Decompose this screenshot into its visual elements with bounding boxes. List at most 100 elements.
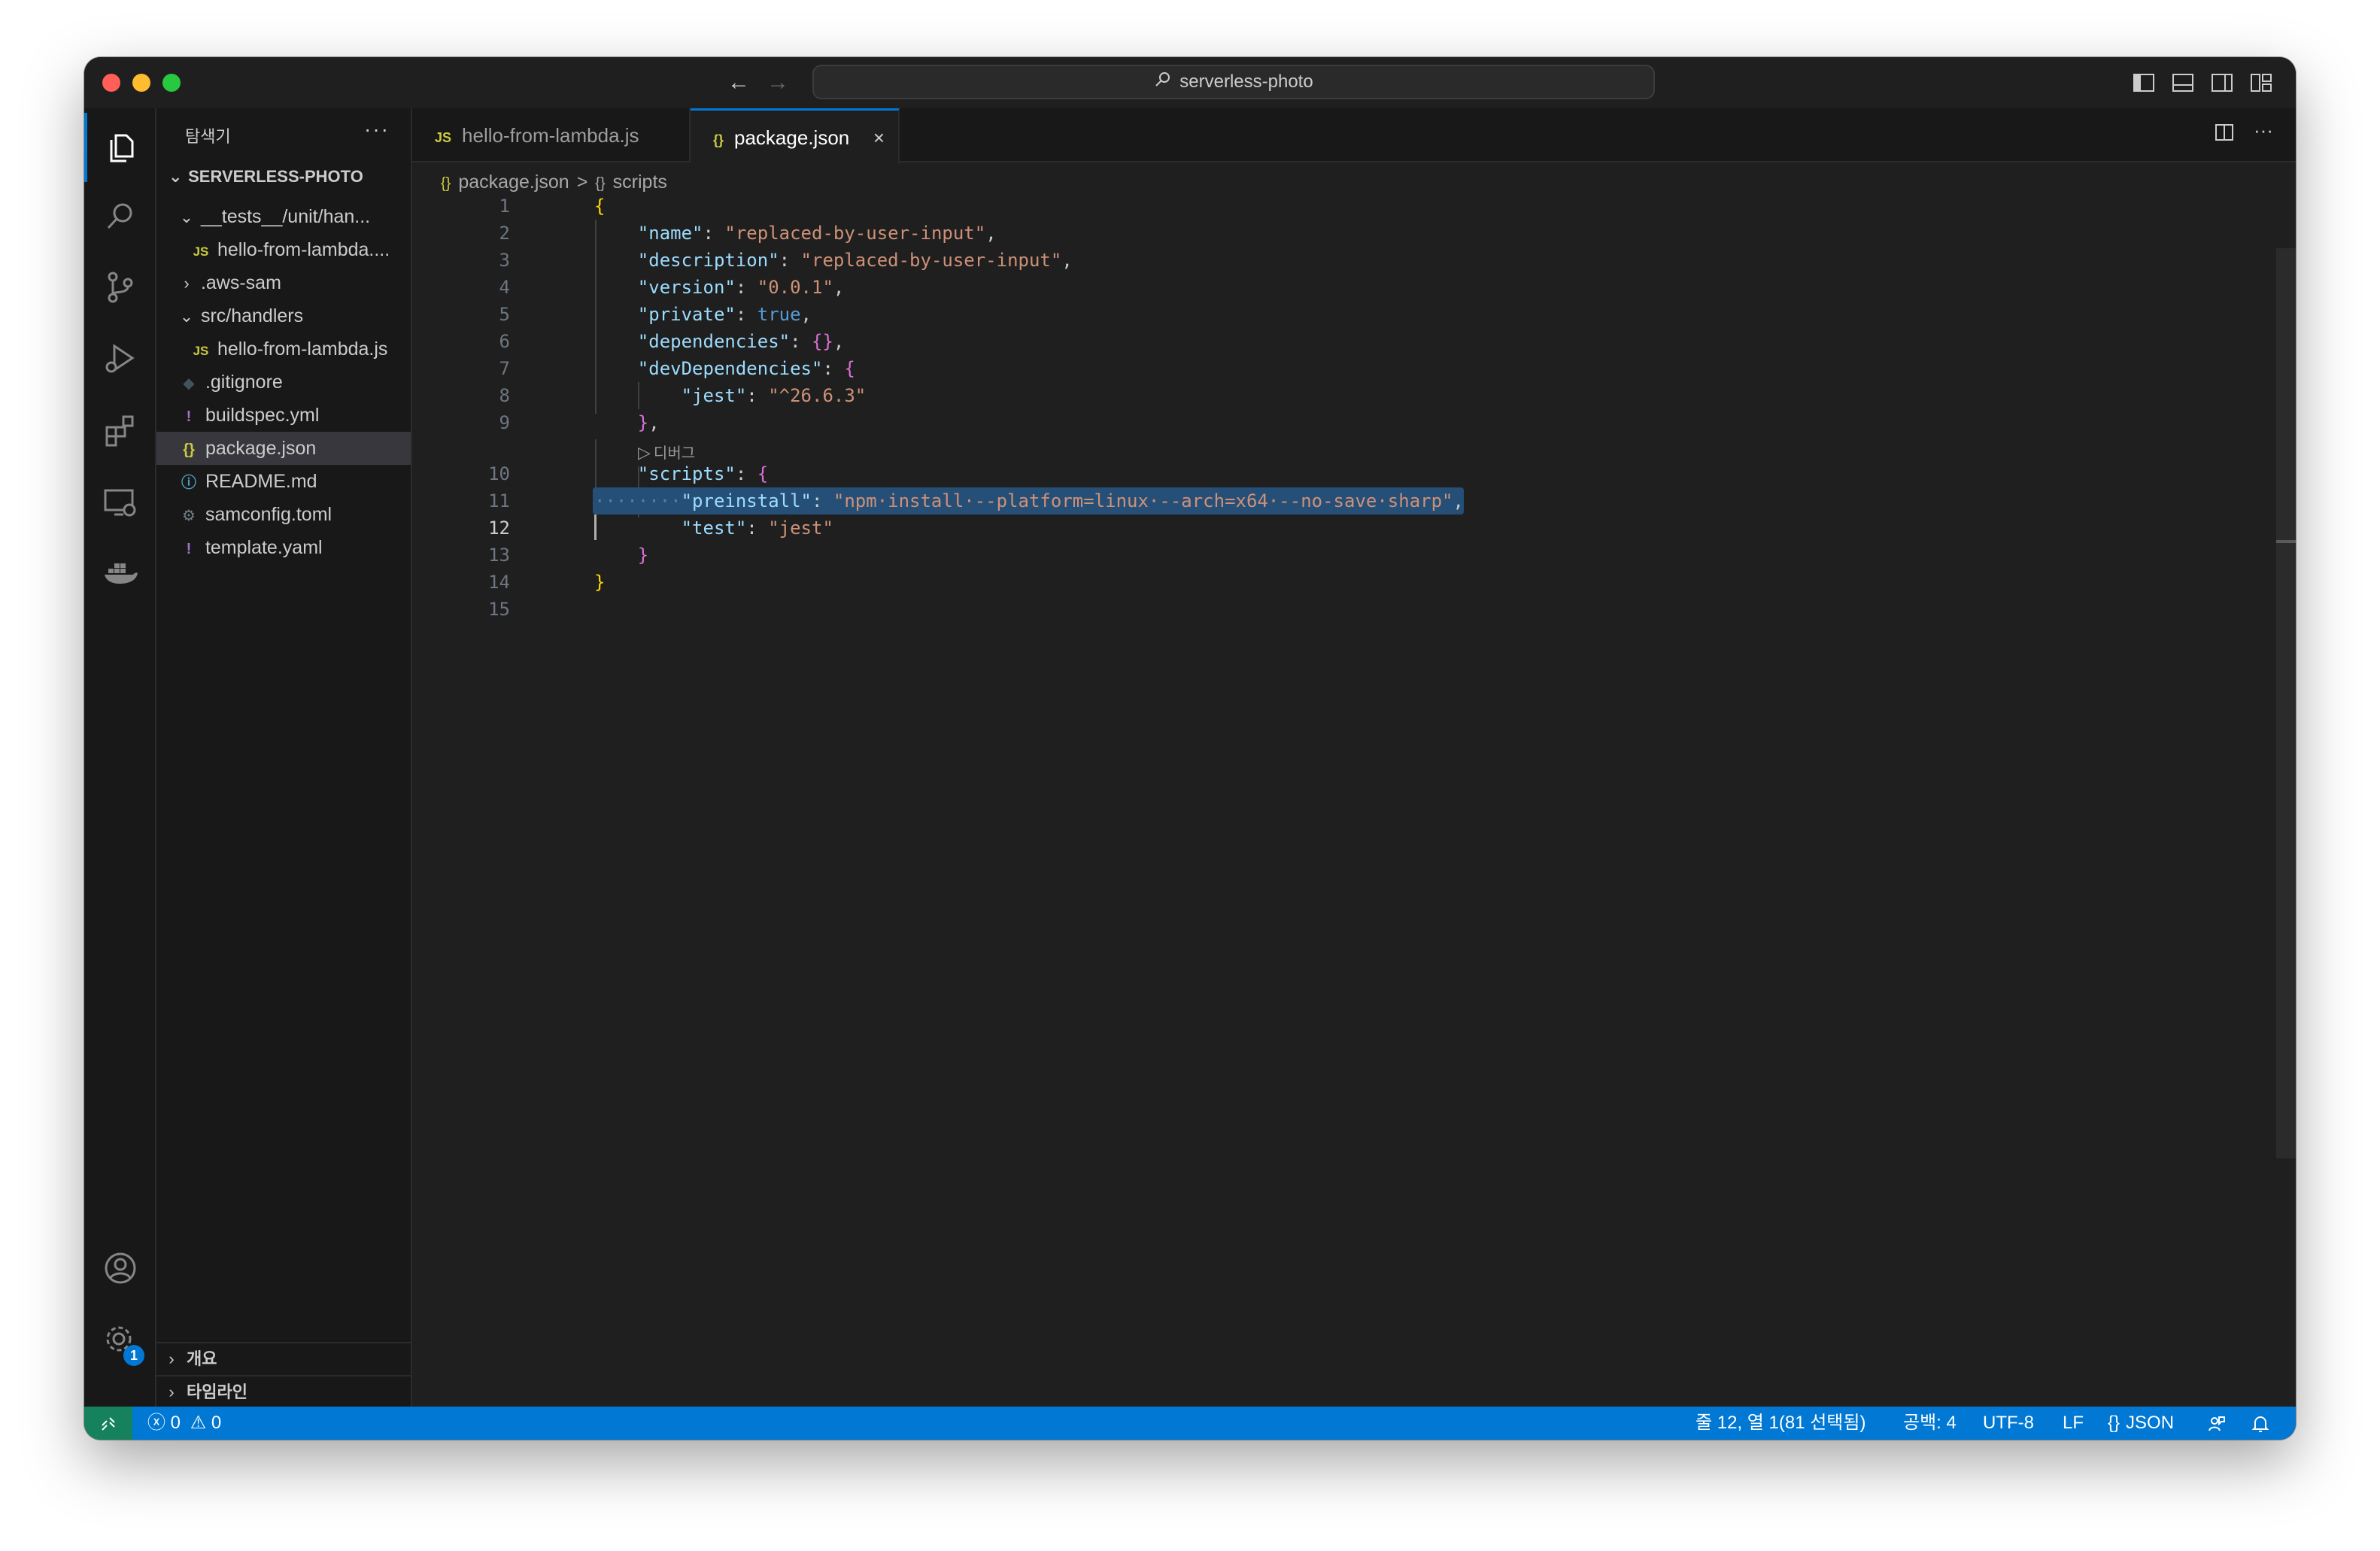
tree-item-buildspec[interactable]: ! buildspec.yml [156, 399, 411, 432]
tree-item-label: template.yaml [205, 537, 323, 558]
run-debug-icon[interactable] [84, 323, 156, 393]
tree-item-label: hello-from-lambda.... [217, 239, 390, 260]
line-number: 12 [488, 518, 510, 539]
end-of-line[interactable]: LF [2063, 1407, 2084, 1440]
cursor-position[interactable]: 줄 12, 열 1(81 선택됨) [1695, 1407, 1865, 1440]
outline-section[interactable]: › 개요 [156, 1342, 411, 1375]
accounts-icon[interactable] [84, 1234, 156, 1303]
docker-icon[interactable] [84, 537, 156, 606]
tree-item-gitignore[interactable]: ◆ .gitignore [156, 366, 411, 399]
scrollbar-position-marker [2276, 540, 2296, 543]
tree-item-template-yaml[interactable]: ! template.yaml [156, 531, 411, 564]
manage-gear-icon[interactable]: 1 [84, 1306, 156, 1375]
tab-hello-from-lambda[interactable]: JS hello-from-lambda.js [412, 108, 691, 162]
split-editor-icon[interactable] [2214, 124, 2240, 147]
close-window-button[interactable] [102, 74, 120, 92]
javascript-file-icon: JS [193, 344, 209, 358]
tree-item-handler-file[interactable]: JS hello-from-lambda.js [156, 332, 411, 366]
warning-count: 0 [211, 1413, 222, 1433]
arrow-right-icon[interactable]: → [763, 68, 793, 98]
warning-icon: ⚠ [190, 1413, 207, 1433]
git-file-icon: ◆ [183, 375, 195, 392]
timeline-section[interactable]: › 타임라인 [156, 1375, 411, 1408]
command-center-search[interactable]: serverless-photo [812, 65, 1655, 99]
search-icon [1154, 67, 1172, 99]
line-number: 2 [499, 223, 510, 244]
code-line: 10 "scripts": { [412, 460, 2270, 487]
line-content: "jest": "^26.6.3" [681, 385, 867, 406]
line-content: "dependencies": {}, [637, 331, 845, 352]
encoding[interactable]: UTF-8 [1983, 1407, 2034, 1440]
vertical-scrollbar[interactable] [2276, 248, 2296, 1158]
tree-item-readme[interactable]: ⓘ README.md [156, 465, 411, 498]
problems-indicator[interactable]: ⓧ 0 ⚠ 0 [147, 1407, 221, 1440]
code-line: 1{ [412, 193, 2270, 220]
toggle-primary-sidebar-icon[interactable] [2130, 69, 2157, 96]
extensions-icon[interactable] [84, 396, 156, 465]
json-file-icon: {} [183, 442, 195, 458]
line-number: 11 [488, 490, 510, 511]
toggle-secondary-sidebar-icon[interactable] [2208, 69, 2236, 96]
explorer-icon[interactable] [84, 113, 156, 182]
explorer-sidebar: 탐색기 ··· ⌄ SERVERLESS-PHOTO ⌄ __tests__/u… [156, 108, 412, 1407]
status-bar: ⓧ 0 ⚠ 0 줄 12, 열 1(81 선택됨) 공백: 4 UTF-8 LF… [84, 1407, 2296, 1440]
more-actions-icon[interactable]: ··· [2254, 119, 2273, 141]
codelens-label: 디버그 [653, 445, 696, 462]
tab-package-json[interactable]: {} package.json × [691, 108, 900, 164]
line-content: "description": "replaced-by-user-input", [637, 250, 1073, 271]
close-icon[interactable]: × [873, 111, 885, 165]
remote-indicator[interactable] [84, 1407, 132, 1440]
tree-item-src-handlers-folder[interactable]: ⌄ src/handlers [156, 299, 411, 332]
tree-item-label: .aws-sam [200, 272, 281, 293]
explorer-title: 탐색기 [185, 127, 231, 146]
tree-item-aws-sam-folder[interactable]: › .aws-sam [156, 266, 411, 299]
line-content: ········"preinstall": "npm·install·--pla… [594, 490, 1464, 511]
chevron-right-icon: > [576, 171, 588, 193]
breadcrumb-symbol[interactable]: scripts [613, 171, 667, 193]
line-number: 10 [488, 463, 510, 484]
arrow-left-icon[interactable]: ← [724, 68, 754, 98]
source-control-icon[interactable] [84, 253, 156, 322]
maximize-window-button[interactable] [162, 74, 181, 92]
tab-label: hello-from-lambda.js [462, 124, 639, 147]
chevron-down-icon: ⌄ [168, 167, 183, 186]
line-number: 8 [499, 385, 510, 406]
code-editor[interactable]: 1{ 2 "name": "replaced-by-user-input", 3… [412, 193, 2270, 1407]
explorer-more-actions[interactable]: ··· [364, 117, 390, 141]
debug-codelens[interactable]: ▷ 디버그 [638, 441, 695, 463]
play-icon: ▷ [638, 443, 651, 462]
bell-icon[interactable] [2251, 1407, 2270, 1440]
toggle-panel-icon[interactable] [2169, 69, 2196, 96]
line-content: "test": "jest" [681, 518, 833, 539]
tree-item-label: buildspec.yml [205, 405, 320, 426]
customize-layout-icon[interactable] [2248, 69, 2275, 96]
tree-item-test-file[interactable]: JS hello-from-lambda.... [156, 233, 411, 266]
line-content: "name": "replaced-by-user-input", [637, 223, 997, 244]
code-line: 9 }, [412, 409, 2270, 436]
search-icon[interactable] [84, 182, 156, 251]
language-mode[interactable]: {} JSON [2108, 1407, 2174, 1440]
line-number: 5 [499, 304, 510, 325]
minimize-window-button[interactable] [132, 74, 150, 92]
outline-label: 개요 [187, 1349, 217, 1368]
line-number: 14 [488, 572, 510, 593]
tree-item-label: samconfig.toml [205, 504, 332, 525]
yaml-file-icon: ! [186, 408, 192, 425]
feedback-icon[interactable] [2207, 1407, 2227, 1440]
tree-item-label: package.json [205, 438, 317, 459]
tree-item-package-json[interactable]: {} package.json [156, 432, 411, 465]
tree-item-samconfig[interactable]: ⚙ samconfig.toml [156, 498, 411, 531]
workspace-section-header[interactable]: ⌄ SERVERLESS-PHOTO [168, 167, 363, 187]
language-label: JSON [2126, 1413, 2175, 1433]
json-file-icon: {} [441, 175, 451, 192]
code-line: 5 "private": true, [412, 301, 2270, 328]
indentation[interactable]: 공백: 4 [1903, 1407, 1957, 1440]
code-line: 7 "devDependencies": { [412, 355, 2270, 382]
timeline-label: 타임라인 [187, 1383, 247, 1401]
line-content: "private": true, [637, 304, 812, 325]
remote-explorer-icon[interactable] [84, 468, 156, 537]
breadcrumb-file[interactable]: package.json [458, 171, 569, 193]
tree-item-label: src/handlers [200, 305, 304, 326]
line-number: 4 [499, 277, 510, 298]
tree-item-tests-folder[interactable]: ⌄ __tests__/unit/han... [156, 200, 411, 233]
